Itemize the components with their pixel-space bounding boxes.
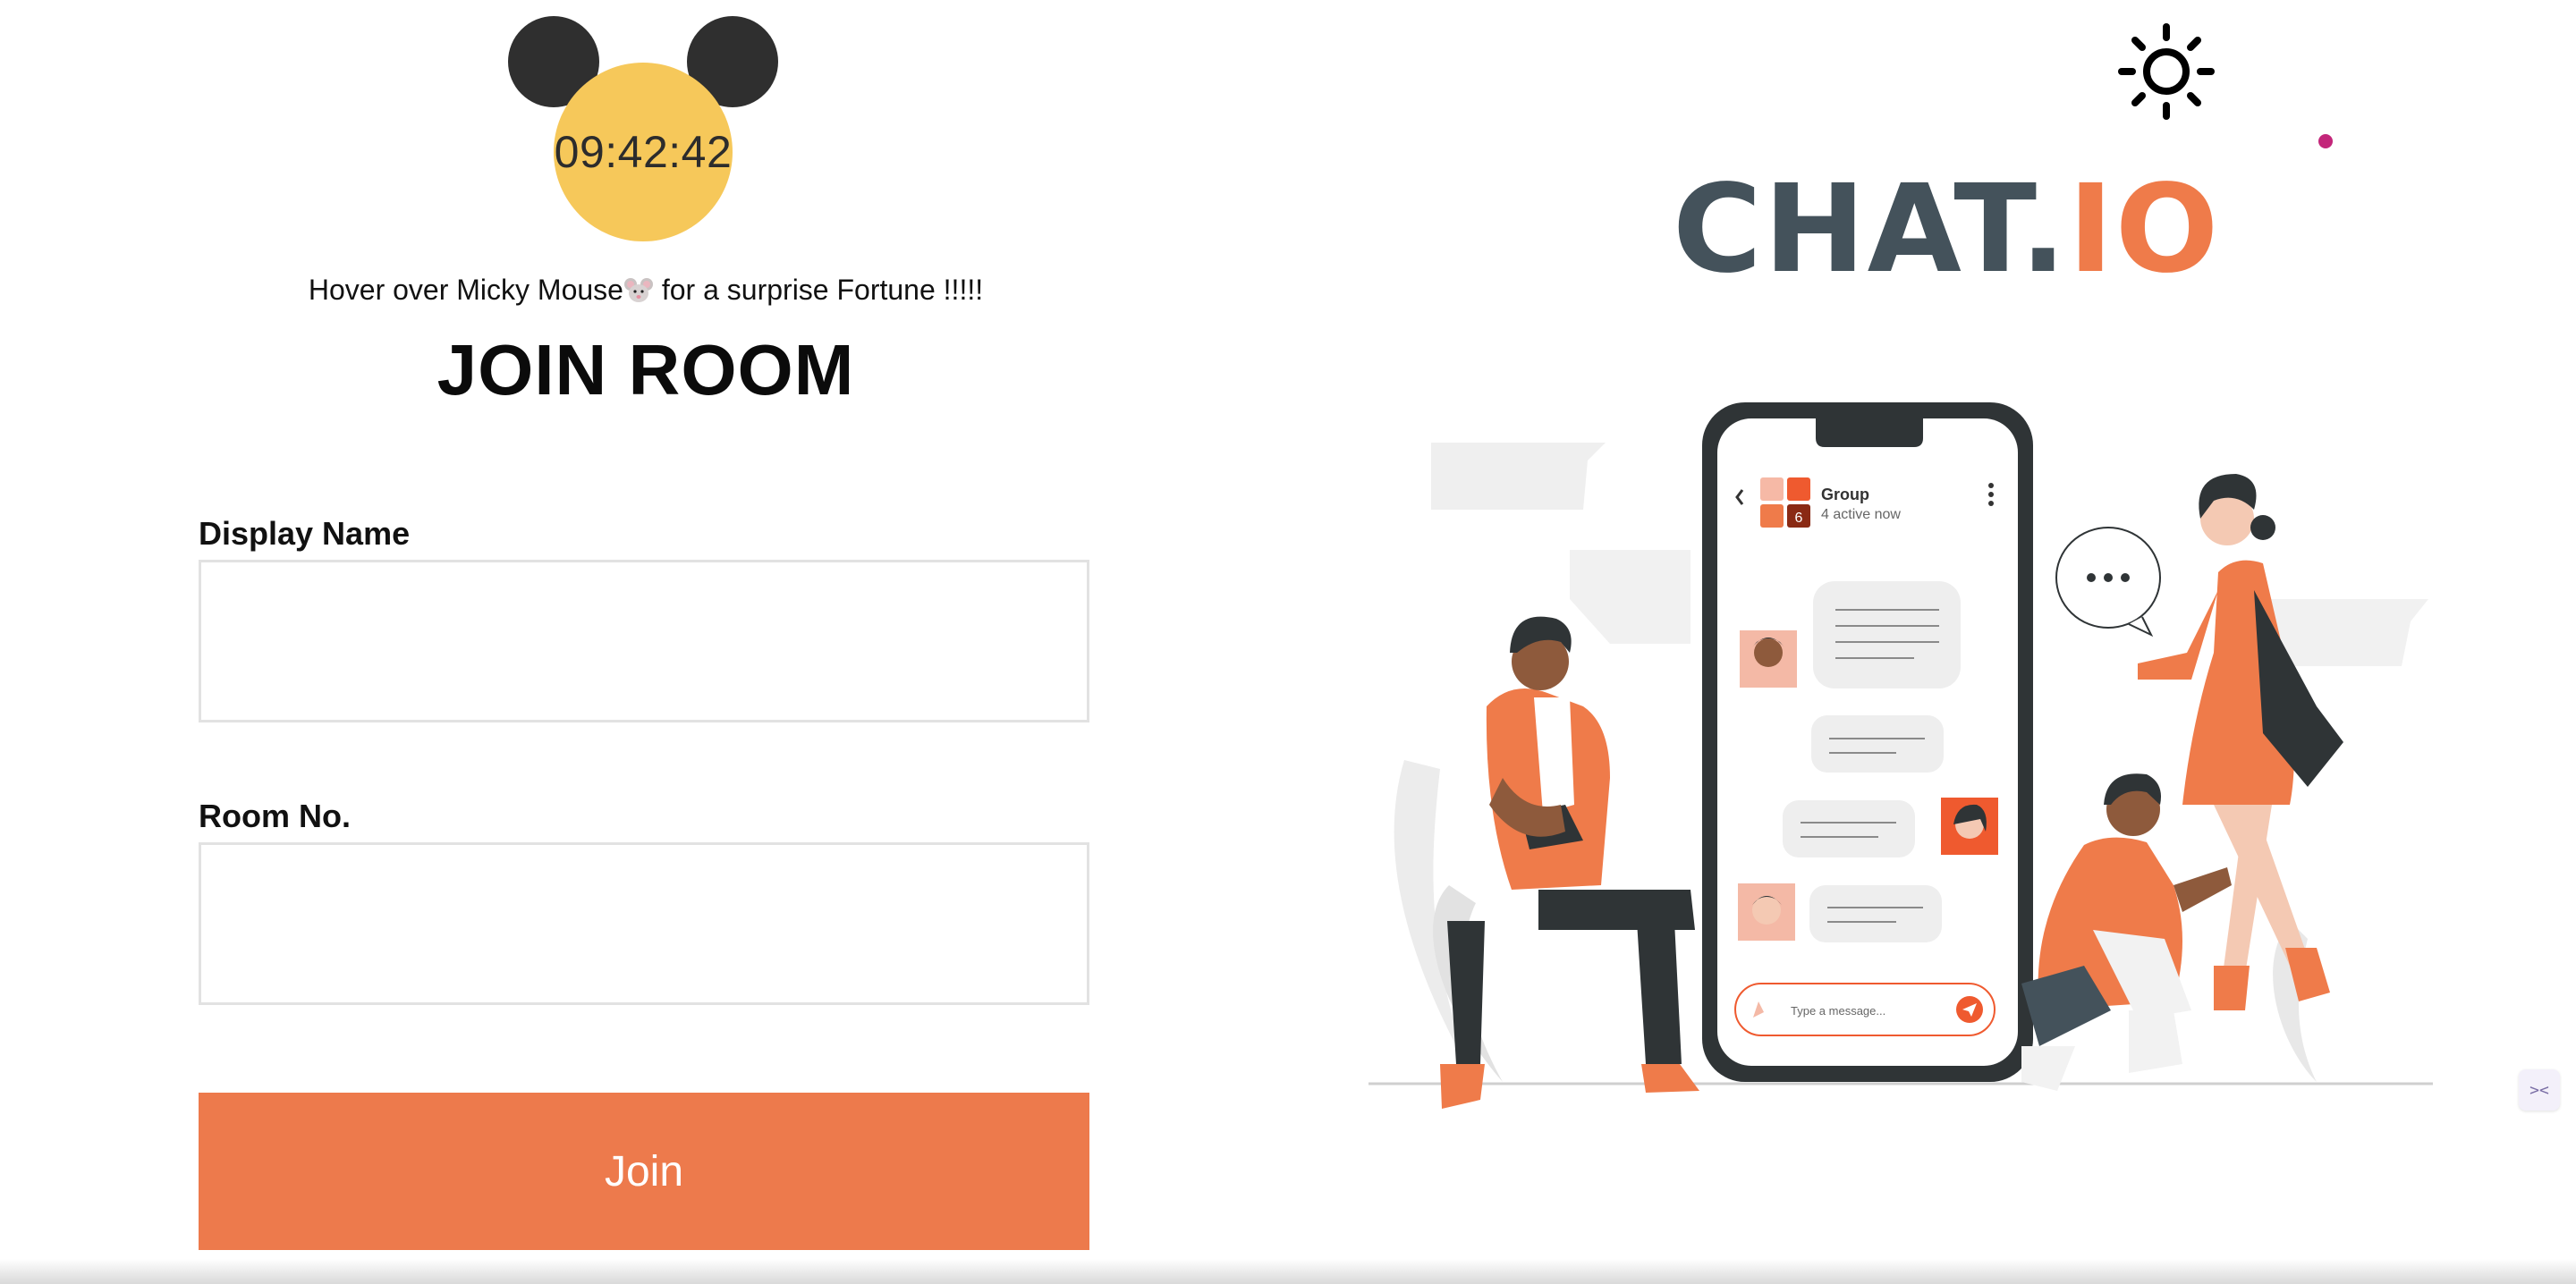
phone-group-status: 4 active now	[1821, 507, 1901, 522]
chat-illustration: 6 Group 4 active now Type a message...	[1368, 402, 2433, 1109]
chat-io-logo: CHAT.IO	[1673, 159, 2218, 300]
display-name-label: Display Name	[199, 515, 411, 552]
page-title: JOIN ROOM	[436, 330, 855, 410]
room-no-label: Room No.	[199, 798, 351, 834]
extension-icon[interactable]: ><	[2519, 1069, 2560, 1111]
status-dot	[2318, 134, 2333, 148]
join-room-page: 09:42:42 Hover over Micky Mouse for a su…	[0, 0, 2576, 1284]
room-no-input[interactable]	[199, 842, 1089, 1005]
fortune-hint-text-end: for a surprise Fortune !!!!!	[653, 274, 984, 306]
phone-message-placeholder: Type a message...	[1791, 1004, 1885, 1018]
phone-group-badge: 6	[1795, 511, 1803, 526]
mickey-clock[interactable]: 09:42:42	[508, 16, 780, 293]
fortune-hint-text: Hover over Micky Mouse	[308, 274, 623, 306]
logo-dark-part: CHAT.	[1673, 159, 2069, 300]
mouse-emoji-icon	[623, 278, 653, 302]
fortune-hint: Hover over Micky Mouse for a surprise Fo…	[199, 274, 1093, 307]
logo-accent-part: IO	[2068, 159, 2221, 300]
bottom-edge-shadow	[0, 1259, 2576, 1284]
sun-icon[interactable]	[2118, 23, 2215, 120]
clock-time[interactable]: 09:42:42	[554, 63, 733, 241]
join-button[interactable]: Join	[199, 1093, 1089, 1250]
display-name-input[interactable]	[199, 560, 1089, 722]
phone-group-name: Group	[1821, 486, 1869, 503]
